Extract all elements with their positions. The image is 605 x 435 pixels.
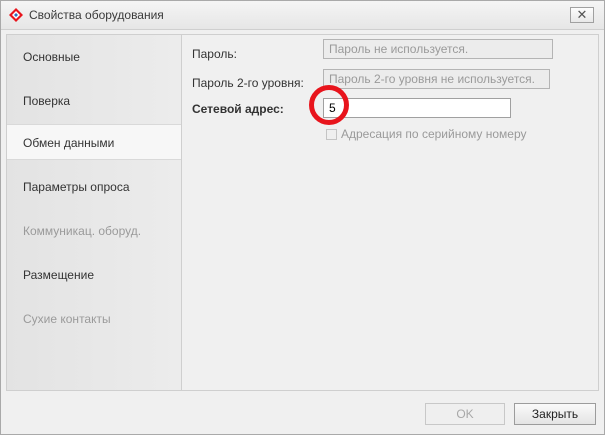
network-address-label: Сетевой адрес: — [192, 102, 284, 116]
close-button[interactable]: Закрыть — [514, 403, 596, 425]
sidebar-item-verification[interactable]: Поверка — [7, 83, 181, 119]
highlight-circle — [309, 85, 349, 125]
data-exchange-panel: Пароль: Пароль не используется. Пароль 2… — [182, 34, 599, 391]
sidebar-item-label: Основные — [23, 50, 80, 64]
sidebar-item-label: Обмен данными — [23, 136, 115, 150]
sidebar-item-polling-params[interactable]: Параметры опроса — [7, 169, 181, 205]
serial-addressing-label: Адресация по серийному номеру — [341, 127, 527, 141]
sidebar-item-dry-contacts: Сухие контакты — [7, 301, 181, 337]
password2-field: Пароль 2-го уровня не используется. — [323, 69, 550, 89]
sidebar-item-data-exchange[interactable]: Обмен данными — [7, 124, 181, 160]
sidebar-item-label: Коммуникац. оборуд. — [23, 224, 142, 238]
sidebar-item-label: Параметры опроса — [23, 180, 130, 194]
password2-label: Пароль 2-го уровня: — [192, 76, 304, 90]
sidebar-item-comm-equipment: Коммуникац. оборуд. — [7, 213, 181, 249]
close-icon: ✕ — [576, 7, 588, 22]
sidebar-item-label: Поверка — [23, 94, 71, 108]
network-address-input[interactable]: 5 — [323, 98, 511, 118]
title-bar: Свойства оборудования ✕ — [1, 1, 604, 30]
sidebar-item-placement[interactable]: Размещение — [7, 257, 181, 293]
sidebar: Основные Поверка Обмен данными Параметры… — [6, 34, 182, 391]
equipment-properties-dialog: Свойства оборудования ✕ Основные Поверка… — [0, 0, 605, 435]
sidebar-item-label: Размещение — [23, 268, 94, 282]
ok-button: OK — [425, 403, 505, 425]
close-window-button[interactable]: ✕ — [570, 7, 594, 23]
password-label: Пароль: — [192, 47, 237, 61]
sidebar-item-general[interactable]: Основные — [7, 39, 181, 75]
password-field: Пароль не используется. — [323, 39, 553, 59]
window-title: Свойства оборудования — [29, 8, 164, 22]
dialog-footer: OK Закрыть — [1, 395, 604, 434]
serial-addressing-checkbox — [326, 129, 337, 140]
diamond-app-icon — [9, 8, 23, 22]
sidebar-item-label: Сухие контакты — [23, 312, 111, 326]
